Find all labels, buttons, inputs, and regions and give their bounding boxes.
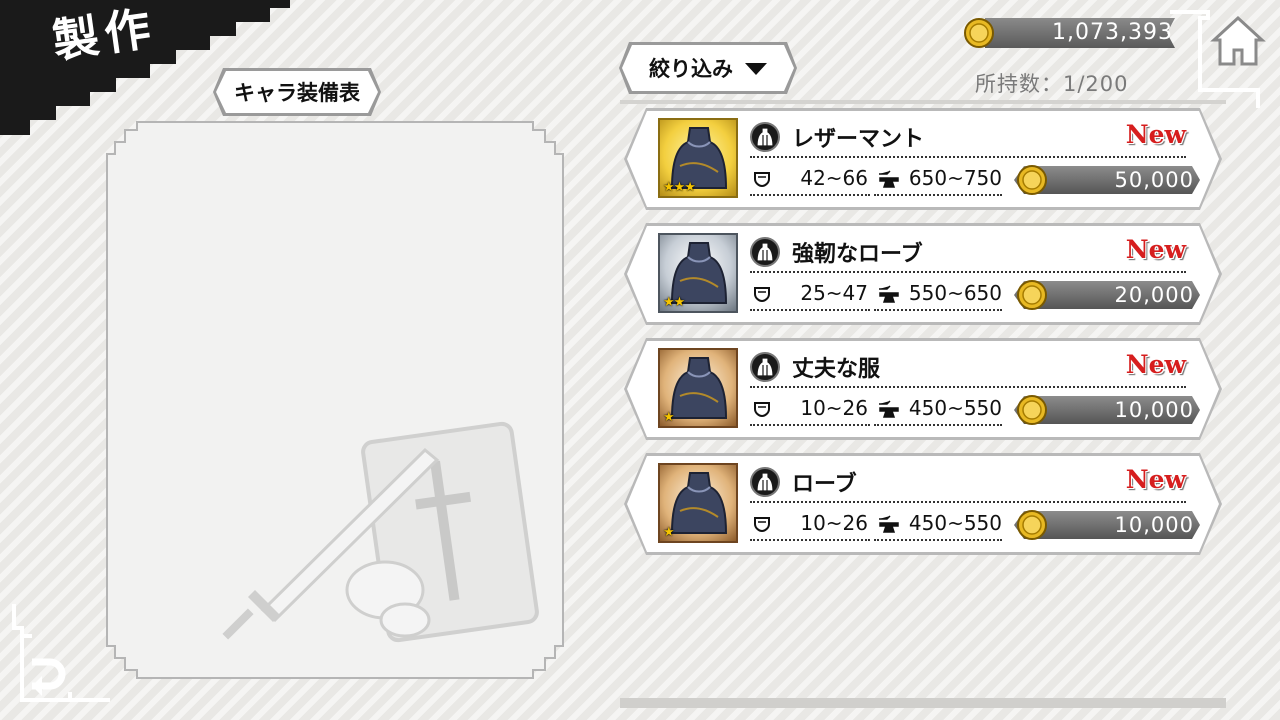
- item-name: 丈夫な服: [792, 357, 881, 382]
- divider: [750, 156, 1186, 158]
- cloak-image-icon: [670, 472, 728, 534]
- cloak-type-icon: [750, 352, 780, 382]
- gold-coin-icon: [1017, 280, 1047, 310]
- item-thumbnail: ★★★: [658, 118, 738, 198]
- rarity-stars: ★: [663, 525, 675, 540]
- item-thumbnail: ★★: [658, 233, 738, 313]
- owned-count: 所持数：1/200: [975, 72, 1129, 96]
- divider: [750, 271, 1186, 273]
- shield-icon: [754, 287, 770, 302]
- defense-value: 10~26: [800, 511, 868, 535]
- shield-icon: [754, 172, 770, 187]
- craft-value: 650~750: [908, 166, 1002, 190]
- new-badge: New: [1125, 350, 1186, 379]
- item-thumbnail: ★: [658, 348, 738, 428]
- rarity-stars: ★★★: [663, 180, 696, 195]
- rarity-stars: ★: [663, 410, 675, 425]
- home-icon[interactable]: [1208, 12, 1268, 72]
- rarity-stars: ★★: [663, 295, 685, 310]
- divider: [874, 194, 1002, 196]
- list-item[interactable]: ★ ローブ New 10~26 450~550 10,000: [624, 453, 1222, 555]
- defense-value: 25~47: [800, 281, 868, 305]
- divider: [750, 386, 1186, 388]
- divider: [750, 501, 1186, 503]
- craft-value: 550~650: [908, 281, 1002, 305]
- shield-icon: [754, 517, 770, 532]
- divider: [750, 424, 870, 426]
- item-name: レザーマント: [792, 127, 925, 152]
- new-badge: New: [1125, 465, 1186, 494]
- anvil-icon: [879, 400, 899, 418]
- new-badge: New: [1125, 120, 1186, 149]
- divider: [750, 539, 870, 541]
- filter-button[interactable]: 絞り込み: [622, 45, 794, 91]
- list-bottom-rule: [620, 698, 1226, 708]
- gold-coin-icon: [1017, 510, 1047, 540]
- cloak-image-icon: [670, 357, 728, 419]
- divider: [874, 539, 1002, 541]
- equip-table-label[interactable]: キャラ装備表: [216, 71, 378, 113]
- cloak-type-icon: [750, 122, 780, 152]
- gold-coin-icon: [1017, 395, 1047, 425]
- anvil-icon: [879, 515, 899, 533]
- divider: [750, 194, 870, 196]
- defense-value: 42~66: [800, 166, 868, 190]
- list-item[interactable]: ★★ 強靭なローブ New 25~47 550~650 20,000: [624, 223, 1222, 325]
- back-arrow-icon[interactable]: [10, 602, 114, 710]
- item-thumbnail: ★: [658, 463, 738, 543]
- item-name: ローブ: [792, 472, 857, 497]
- craft-value: 450~550: [908, 511, 1002, 535]
- cloak-type-icon: [750, 467, 780, 497]
- gold-coin-icon: [964, 18, 994, 48]
- divider: [750, 309, 870, 311]
- gold-amount: 1,073,393: [1052, 20, 1173, 45]
- filter-label: 絞り込み: [649, 57, 733, 81]
- defense-value: 10~26: [800, 396, 868, 420]
- list-item[interactable]: ★ 丈夫な服 New 10~26 450~550 10,000: [624, 338, 1222, 440]
- divider: [874, 424, 1002, 426]
- gold-coin-icon: [1017, 165, 1047, 195]
- item-name: 強靭なローブ: [792, 242, 923, 267]
- anvil-icon: [879, 170, 899, 188]
- equipment-panel: [106, 121, 564, 679]
- new-badge: New: [1125, 235, 1186, 264]
- cloak-type-icon: [750, 237, 780, 267]
- list-top-rule: [620, 100, 1226, 104]
- anvil-icon: [879, 285, 899, 303]
- craft-value: 450~550: [908, 396, 1002, 420]
- triangle-down-icon: [745, 63, 767, 75]
- shield-icon: [754, 402, 770, 417]
- list-item[interactable]: ★★★ レザーマント New 42~66 650~750 50,000: [624, 108, 1222, 210]
- divider: [874, 309, 1002, 311]
